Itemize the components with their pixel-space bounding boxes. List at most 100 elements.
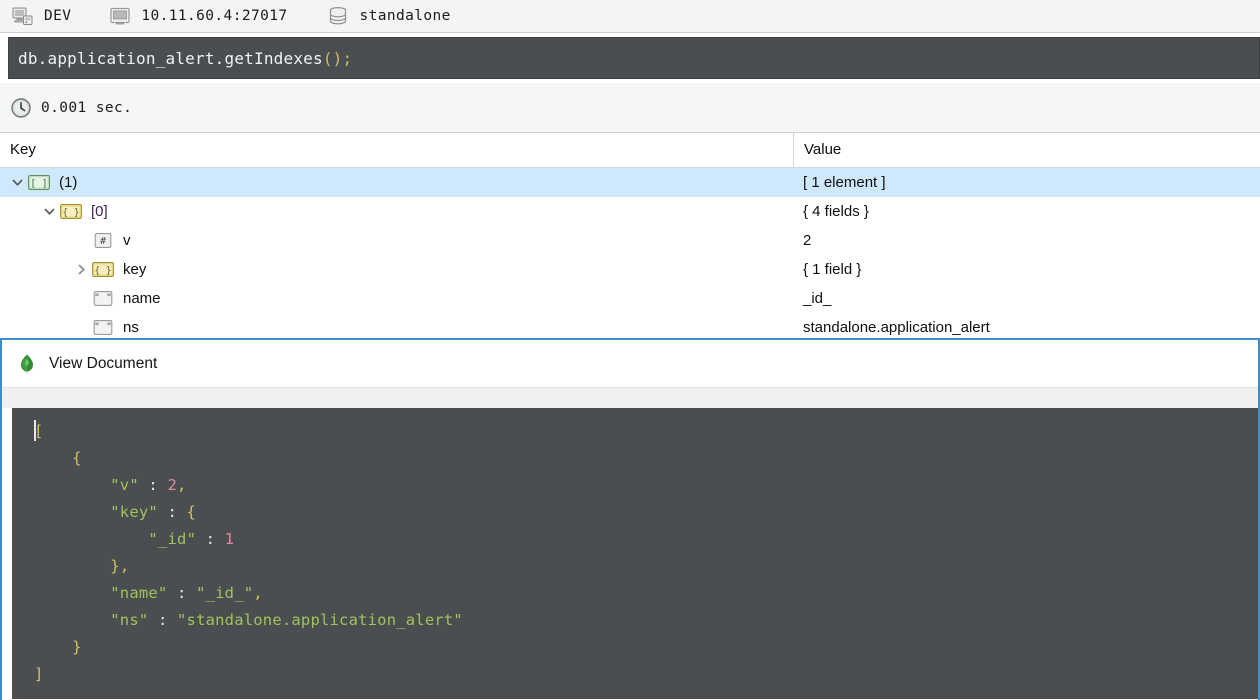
query-input[interactable]: db.application_alert.getIndexes(); — [8, 37, 1260, 79]
connection-name-label: DEV — [44, 8, 71, 24]
code-token: ] — [34, 665, 44, 683]
tree-rows-container: [ ] (1) [ 1 element ] { } [0] { 4 fields } # v 2… — [0, 168, 1260, 340]
view-document-title-bar: View Document — [2, 340, 1258, 387]
view-document-panel: View Document [ { "v" : 2, "key" : { "_i… — [0, 338, 1260, 700]
code-token: 2 — [167, 476, 177, 494]
code-token: } — [110, 557, 120, 575]
tree-row-key-cell: { } key — [0, 255, 793, 284]
table-row[interactable]: { } [0] { 4 fields } — [0, 197, 1260, 226]
string-icon: " " — [92, 291, 114, 306]
monitor-icon — [109, 6, 131, 26]
code-token: { — [72, 449, 82, 467]
tree-row-key-label: (1) — [59, 174, 77, 191]
code-token: "name" — [110, 584, 167, 602]
code-token: : — [158, 503, 187, 521]
mongodb-client-window: DEV 10.11.60.4:27017 stan — [0, 0, 1260, 700]
tree-row-key-label: name — [123, 290, 161, 307]
object-icon: { } — [92, 262, 114, 277]
twisty-spacer — [70, 288, 92, 310]
code-line: ] — [12, 661, 1260, 688]
code-line: } — [12, 634, 1260, 661]
code-line: "v" : 2, — [12, 472, 1260, 499]
tree-row-key-cell: " " name — [0, 284, 793, 313]
tree-row-key-label: key — [123, 261, 146, 278]
view-document-toolbar-strip — [2, 387, 1258, 408]
document-json-editor[interactable]: [ { "v" : 2, "key" : { "_id" : 1 }, "nam… — [12, 408, 1260, 699]
chevron-right-icon[interactable] — [70, 259, 92, 281]
tree-row-key-label: ns — [123, 319, 139, 336]
code-token: "standalone.application_alert" — [177, 611, 463, 629]
tree-row-key-label: [0] — [91, 203, 108, 220]
chevron-down-icon[interactable] — [6, 172, 28, 194]
table-row[interactable]: " " ns standalone.application_alert — [0, 313, 1260, 340]
database-icon — [327, 6, 349, 26]
svg-text:" ": " " — [94, 293, 112, 304]
svg-text:{ }: { } — [62, 207, 79, 218]
code-line: "name" : "_id_", — [12, 580, 1260, 607]
clock-icon — [10, 97, 32, 119]
chevron-down-icon[interactable] — [38, 201, 60, 223]
text-caret — [34, 420, 36, 441]
tree-row-value-cell: _id_ — [793, 284, 1260, 313]
code-token: , — [177, 476, 187, 494]
mongodb-leaf-icon — [16, 353, 38, 375]
code-token: 1 — [225, 530, 235, 548]
code-token: : — [196, 530, 225, 548]
document-code-container: [ { "v" : 2, "key" : { "_id" : 1 }, "nam… — [2, 408, 1258, 699]
execution-time-label: 0.001 sec. — [41, 100, 132, 116]
code-line: "key" : { — [12, 499, 1260, 526]
connection-toolbar: DEV 10.11.60.4:27017 stan — [0, 0, 1260, 33]
database-name-label: standalone — [359, 8, 450, 24]
server-workstation-icon — [12, 6, 34, 26]
tree-row-value-cell: standalone.application_alert — [793, 313, 1260, 340]
connection-item-database[interactable]: standalone — [315, 0, 450, 32]
query-text-body: db.application_alert.getIndexes — [18, 49, 323, 68]
code-token: "_id" — [148, 530, 196, 548]
svg-text:#: # — [100, 236, 106, 247]
execution-status-bar: 0.001 sec. — [0, 83, 1260, 133]
query-text: db.application_alert.getIndexes(); — [18, 49, 352, 68]
view-document-title: View Document — [49, 355, 157, 373]
tree-row-key-cell: { } [0] — [0, 197, 793, 226]
tree-row-value-cell: 2 — [793, 226, 1260, 255]
code-token: : — [167, 584, 196, 602]
svg-text:[ ]: [ ] — [30, 178, 47, 189]
code-token: , — [120, 557, 130, 575]
tree-row-key-cell: [ ] (1) — [0, 168, 793, 197]
svg-text:{ }: { } — [94, 265, 111, 276]
array-icon: [ ] — [28, 175, 50, 190]
object-icon: { } — [60, 204, 82, 219]
code-token: : — [148, 611, 177, 629]
column-header-key[interactable]: Key — [0, 133, 793, 167]
table-row[interactable]: " " name _id_ — [0, 284, 1260, 313]
code-token: } — [72, 638, 82, 656]
code-token: "v" — [110, 476, 139, 494]
code-token: : — [139, 476, 168, 494]
code-line: "_id" : 1 — [12, 526, 1260, 553]
code-token: { — [187, 503, 197, 521]
number-icon: # — [92, 233, 114, 248]
tree-header-row: Key Value — [0, 133, 1260, 168]
column-header-value[interactable]: Value — [793, 133, 1260, 167]
connection-item-host[interactable]: 10.11.60.4:27017 — [97, 0, 287, 32]
host-address-label: 10.11.60.4:27017 — [141, 8, 287, 24]
tree-row-key-label: v — [123, 232, 131, 249]
tree-row-value-cell: { 1 field } — [793, 255, 1260, 284]
code-token: "_id_" — [196, 584, 253, 602]
code-line: "ns" : "standalone.application_alert" — [12, 607, 1260, 634]
string-icon: " " — [92, 320, 114, 335]
table-row[interactable]: # v 2 — [0, 226, 1260, 255]
twisty-spacer — [70, 230, 92, 252]
twisty-spacer — [70, 317, 92, 339]
connection-item-dev[interactable]: DEV — [0, 0, 71, 32]
code-line: [ — [12, 418, 1260, 445]
query-editor-container: db.application_alert.getIndexes(); — [0, 33, 1260, 83]
query-text-parens: () — [323, 49, 343, 68]
code-token: , — [253, 584, 263, 602]
tree-row-key-cell: " " ns — [0, 313, 793, 340]
tree-row-value-cell: [ 1 element ] — [793, 168, 1260, 197]
table-row[interactable]: { } key { 1 field } — [0, 255, 1260, 284]
tree-row-value-cell: { 4 fields } — [793, 197, 1260, 226]
svg-text:" ": " " — [94, 322, 112, 333]
table-row[interactable]: [ ] (1) [ 1 element ] — [0, 168, 1260, 197]
